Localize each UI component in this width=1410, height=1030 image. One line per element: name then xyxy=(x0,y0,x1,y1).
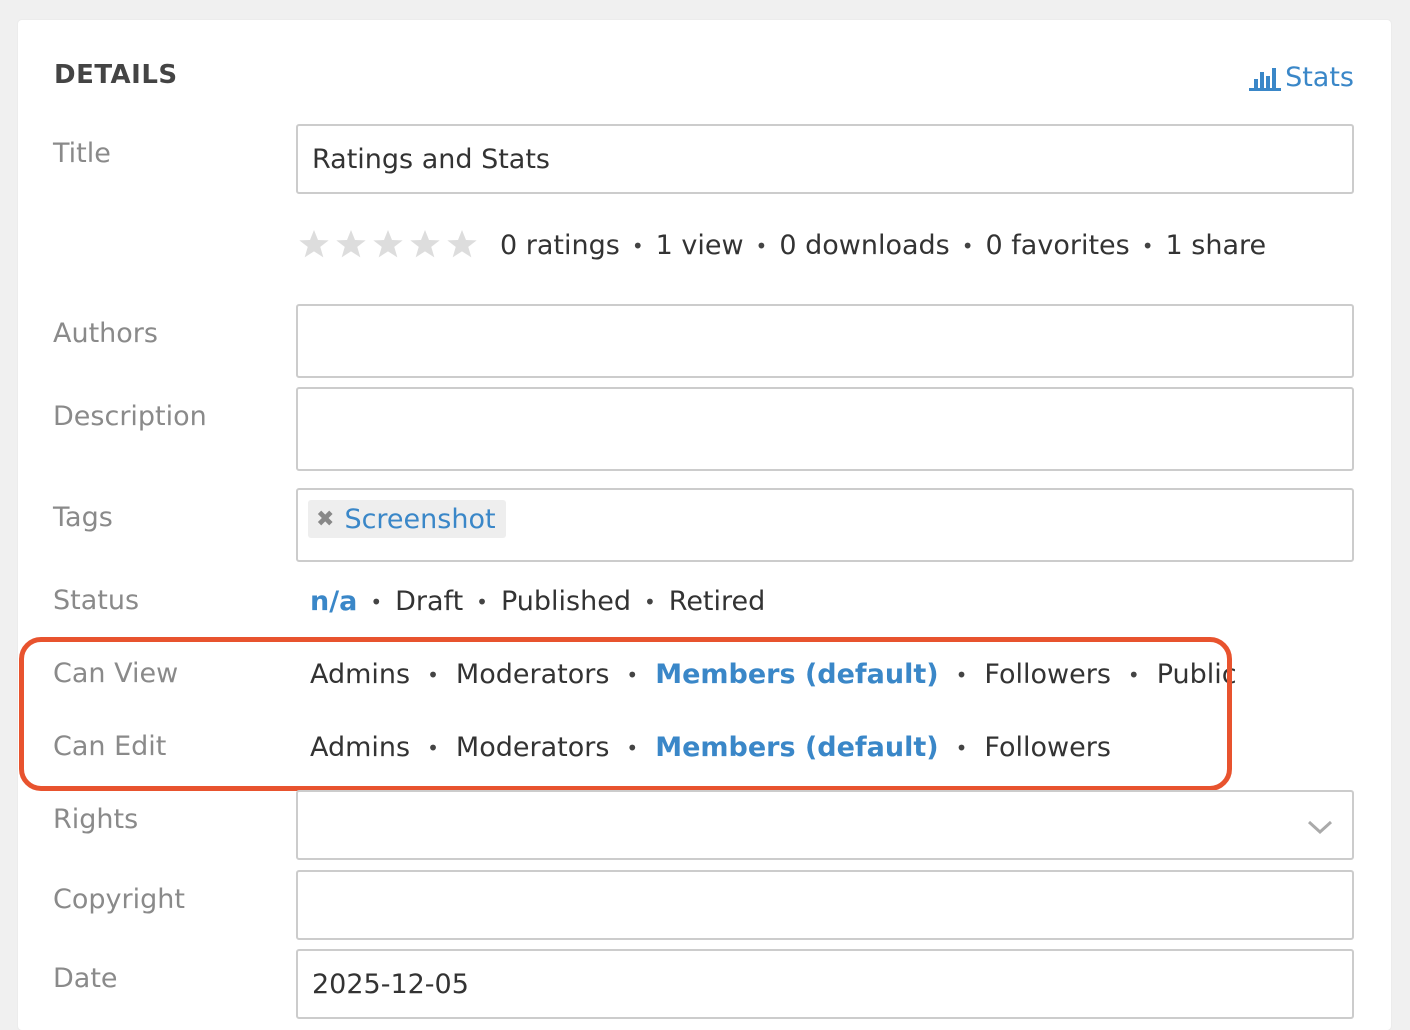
status-option[interactable]: Draft xyxy=(395,586,463,617)
tags-label: Tags xyxy=(53,502,113,533)
authors-label: Authors xyxy=(53,318,158,349)
date-input[interactable]: 2025-12-05 xyxy=(296,949,1354,1019)
close-icon[interactable]: ✖ xyxy=(316,507,334,532)
separator-dot: • xyxy=(476,589,488,614)
can-view-label: Can View xyxy=(53,658,179,689)
chevron-down-icon xyxy=(1306,812,1334,843)
copyright-input[interactable] xyxy=(296,870,1354,940)
can-view-option[interactable]: Followers xyxy=(984,659,1110,690)
separator-dot: • xyxy=(955,735,968,760)
separator-dot: • xyxy=(1141,233,1154,258)
star-icon[interactable] xyxy=(372,228,404,260)
status-option[interactable]: Retired xyxy=(669,586,766,617)
copyright-label: Copyright xyxy=(53,884,185,915)
stat-item: 1 share xyxy=(1165,230,1267,261)
star-icon[interactable] xyxy=(446,228,478,260)
can-edit-option[interactable]: Admins xyxy=(310,732,410,763)
tags-input[interactable]: ✖ Screenshot xyxy=(296,488,1354,562)
separator-dot: • xyxy=(643,589,656,614)
description-label: Description xyxy=(53,401,207,432)
stats-summary: 0 ratings • 1 view • 0 downloads • 0 favorites… xyxy=(500,230,1266,261)
can-edit-option[interactable]: Moderators xyxy=(456,732,609,763)
date-label: Date xyxy=(53,963,118,994)
bar-chart-icon xyxy=(1248,64,1282,92)
status-option[interactable]: n/a xyxy=(310,586,357,617)
can-edit-label: Can Edit xyxy=(53,731,167,762)
separator-dot: • xyxy=(631,233,644,258)
stat-item: 1 view xyxy=(655,230,744,261)
separator-dot: • xyxy=(1127,662,1140,687)
title-label: Title xyxy=(53,138,111,169)
separator-dot: • xyxy=(427,735,439,760)
status-options: n/a • Draft • Published • Retired xyxy=(310,586,765,617)
can-view-options: Admins • Moderators • Members (default) • Foll… xyxy=(310,659,1237,690)
can-view-option[interactable]: Members (default) xyxy=(655,659,938,690)
description-input[interactable] xyxy=(296,387,1354,471)
tag-label: Screenshot xyxy=(344,503,496,535)
separator-dot: • xyxy=(427,662,439,687)
can-edit-option[interactable]: Followers xyxy=(984,732,1110,763)
tag-chip: ✖ Screenshot xyxy=(308,500,506,538)
date-value: 2025-12-05 xyxy=(312,969,469,1000)
separator-dot: • xyxy=(626,735,639,760)
status-option[interactable]: Published xyxy=(501,586,631,617)
title-input[interactable]: Ratings and Stats xyxy=(296,124,1354,194)
title-value: Ratings and Stats xyxy=(312,143,551,175)
can-view-option[interactable]: Public xyxy=(1157,659,1237,690)
status-label: Status xyxy=(53,585,140,616)
stat-item: 0 ratings xyxy=(500,230,620,261)
separator-dot: • xyxy=(370,589,383,614)
stats-link-label: Stats xyxy=(1285,62,1354,93)
separator-dot: • xyxy=(955,662,968,687)
separator-dot: • xyxy=(626,662,639,687)
stat-item: 0 downloads xyxy=(779,230,950,261)
can-edit-options: Admins • Moderators • Members (default) • Foll… xyxy=(310,732,1111,763)
stats-link[interactable]: Stats xyxy=(1248,62,1354,93)
rating-stars[interactable] xyxy=(298,228,478,260)
star-icon[interactable] xyxy=(409,228,441,260)
authors-input[interactable] xyxy=(296,304,1354,378)
star-icon[interactable] xyxy=(298,228,330,260)
separator-dot: • xyxy=(755,233,768,258)
section-heading: DETAILS xyxy=(54,60,178,90)
stat-item: 0 favorites xyxy=(985,230,1130,261)
separator-dot: • xyxy=(961,233,974,258)
rights-select[interactable] xyxy=(296,790,1354,860)
can-view-option[interactable]: Moderators xyxy=(456,659,609,690)
rights-label: Rights xyxy=(53,804,139,835)
can-edit-option[interactable]: Members (default) xyxy=(655,732,938,763)
star-icon[interactable] xyxy=(335,228,367,260)
can-view-option[interactable]: Admins xyxy=(310,659,410,690)
